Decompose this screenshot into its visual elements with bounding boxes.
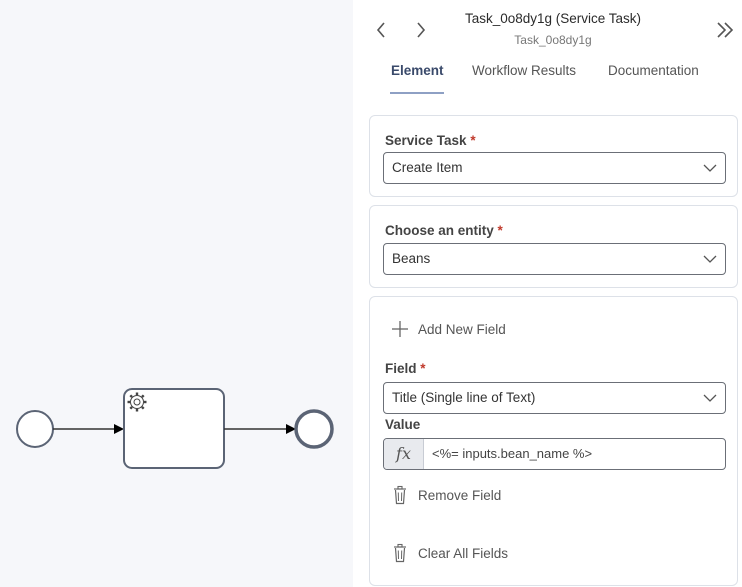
required-marker: * xyxy=(497,223,503,238)
service-task-label-text: Service Task xyxy=(385,133,467,148)
required-marker: * xyxy=(470,133,476,148)
panel-title: Task_0o8dy1g (Service Task) xyxy=(464,11,642,26)
chevron-left-icon xyxy=(376,22,385,38)
entity-value: Beans xyxy=(392,251,431,266)
entity-label-text: Choose an entity xyxy=(385,223,494,238)
panel-subtitle: Task_0o8dy1g xyxy=(514,33,592,47)
add-new-field-label: Add New Field xyxy=(418,321,506,337)
tab-workflow-results[interactable]: Workflow Results xyxy=(472,63,576,94)
chevron-down-icon xyxy=(703,394,717,402)
service-task-card: Service Task * Create Item xyxy=(369,115,738,197)
chevron-down-icon xyxy=(703,164,717,172)
tab-bar: Element Workflow Results Documentation xyxy=(353,63,742,95)
chevron-right-icon xyxy=(417,22,426,38)
clear-all-fields-button[interactable]: Clear All Fields xyxy=(390,543,508,563)
tab-element[interactable]: Element xyxy=(391,63,444,94)
fields-card: Add New Field Field * Title (Single line… xyxy=(369,296,738,586)
service-task-label: Service Task * xyxy=(385,133,476,148)
entity-select[interactable]: Beans xyxy=(383,243,726,275)
chevron-down-icon xyxy=(703,255,717,263)
remove-field-label: Remove Field xyxy=(418,487,502,503)
service-task-shape[interactable] xyxy=(123,388,225,469)
value-label: Value xyxy=(385,417,421,432)
service-task-select[interactable]: Create Item xyxy=(383,152,726,184)
field-select[interactable]: Title (Single line of Text) xyxy=(383,382,726,414)
add-new-field-button[interactable]: Add New Field xyxy=(390,319,506,339)
plus-icon xyxy=(390,319,410,339)
tab-documentation[interactable]: Documentation xyxy=(608,63,699,94)
next-button[interactable] xyxy=(411,18,431,42)
sequence-flow-2[interactable] xyxy=(224,424,296,434)
previous-button[interactable] xyxy=(371,18,391,42)
value-expression-text: <%= inputs.bean_name %> xyxy=(432,446,593,461)
double-chevron-right-icon xyxy=(717,22,734,38)
end-event[interactable] xyxy=(294,409,334,449)
collapse-panel-button[interactable] xyxy=(714,18,736,42)
sequence-flow-1[interactable] xyxy=(53,424,124,434)
properties-panel: Task_0o8dy1g (Service Task) Task_0o8dy1g… xyxy=(353,0,742,587)
value-expression-input[interactable]: fx <%= inputs.bean_name %> xyxy=(383,438,726,470)
field-label: Field * xyxy=(385,361,426,376)
remove-field-button[interactable]: Remove Field xyxy=(390,485,501,505)
required-marker: * xyxy=(420,361,426,376)
active-tab-indicator xyxy=(390,92,444,94)
trash-icon xyxy=(390,543,410,563)
trash-icon xyxy=(390,485,410,505)
entity-label: Choose an entity * xyxy=(385,223,503,238)
start-event[interactable] xyxy=(16,410,54,448)
entity-card: Choose an entity * Beans xyxy=(369,205,738,288)
fx-icon[interactable]: fx xyxy=(384,439,424,469)
diagram-canvas[interactable] xyxy=(0,0,353,587)
field-label-text: Field xyxy=(385,361,417,376)
clear-all-fields-label: Clear All Fields xyxy=(418,545,509,561)
field-value: Title (Single line of Text) xyxy=(392,390,536,405)
service-task-value: Create Item xyxy=(392,160,463,175)
